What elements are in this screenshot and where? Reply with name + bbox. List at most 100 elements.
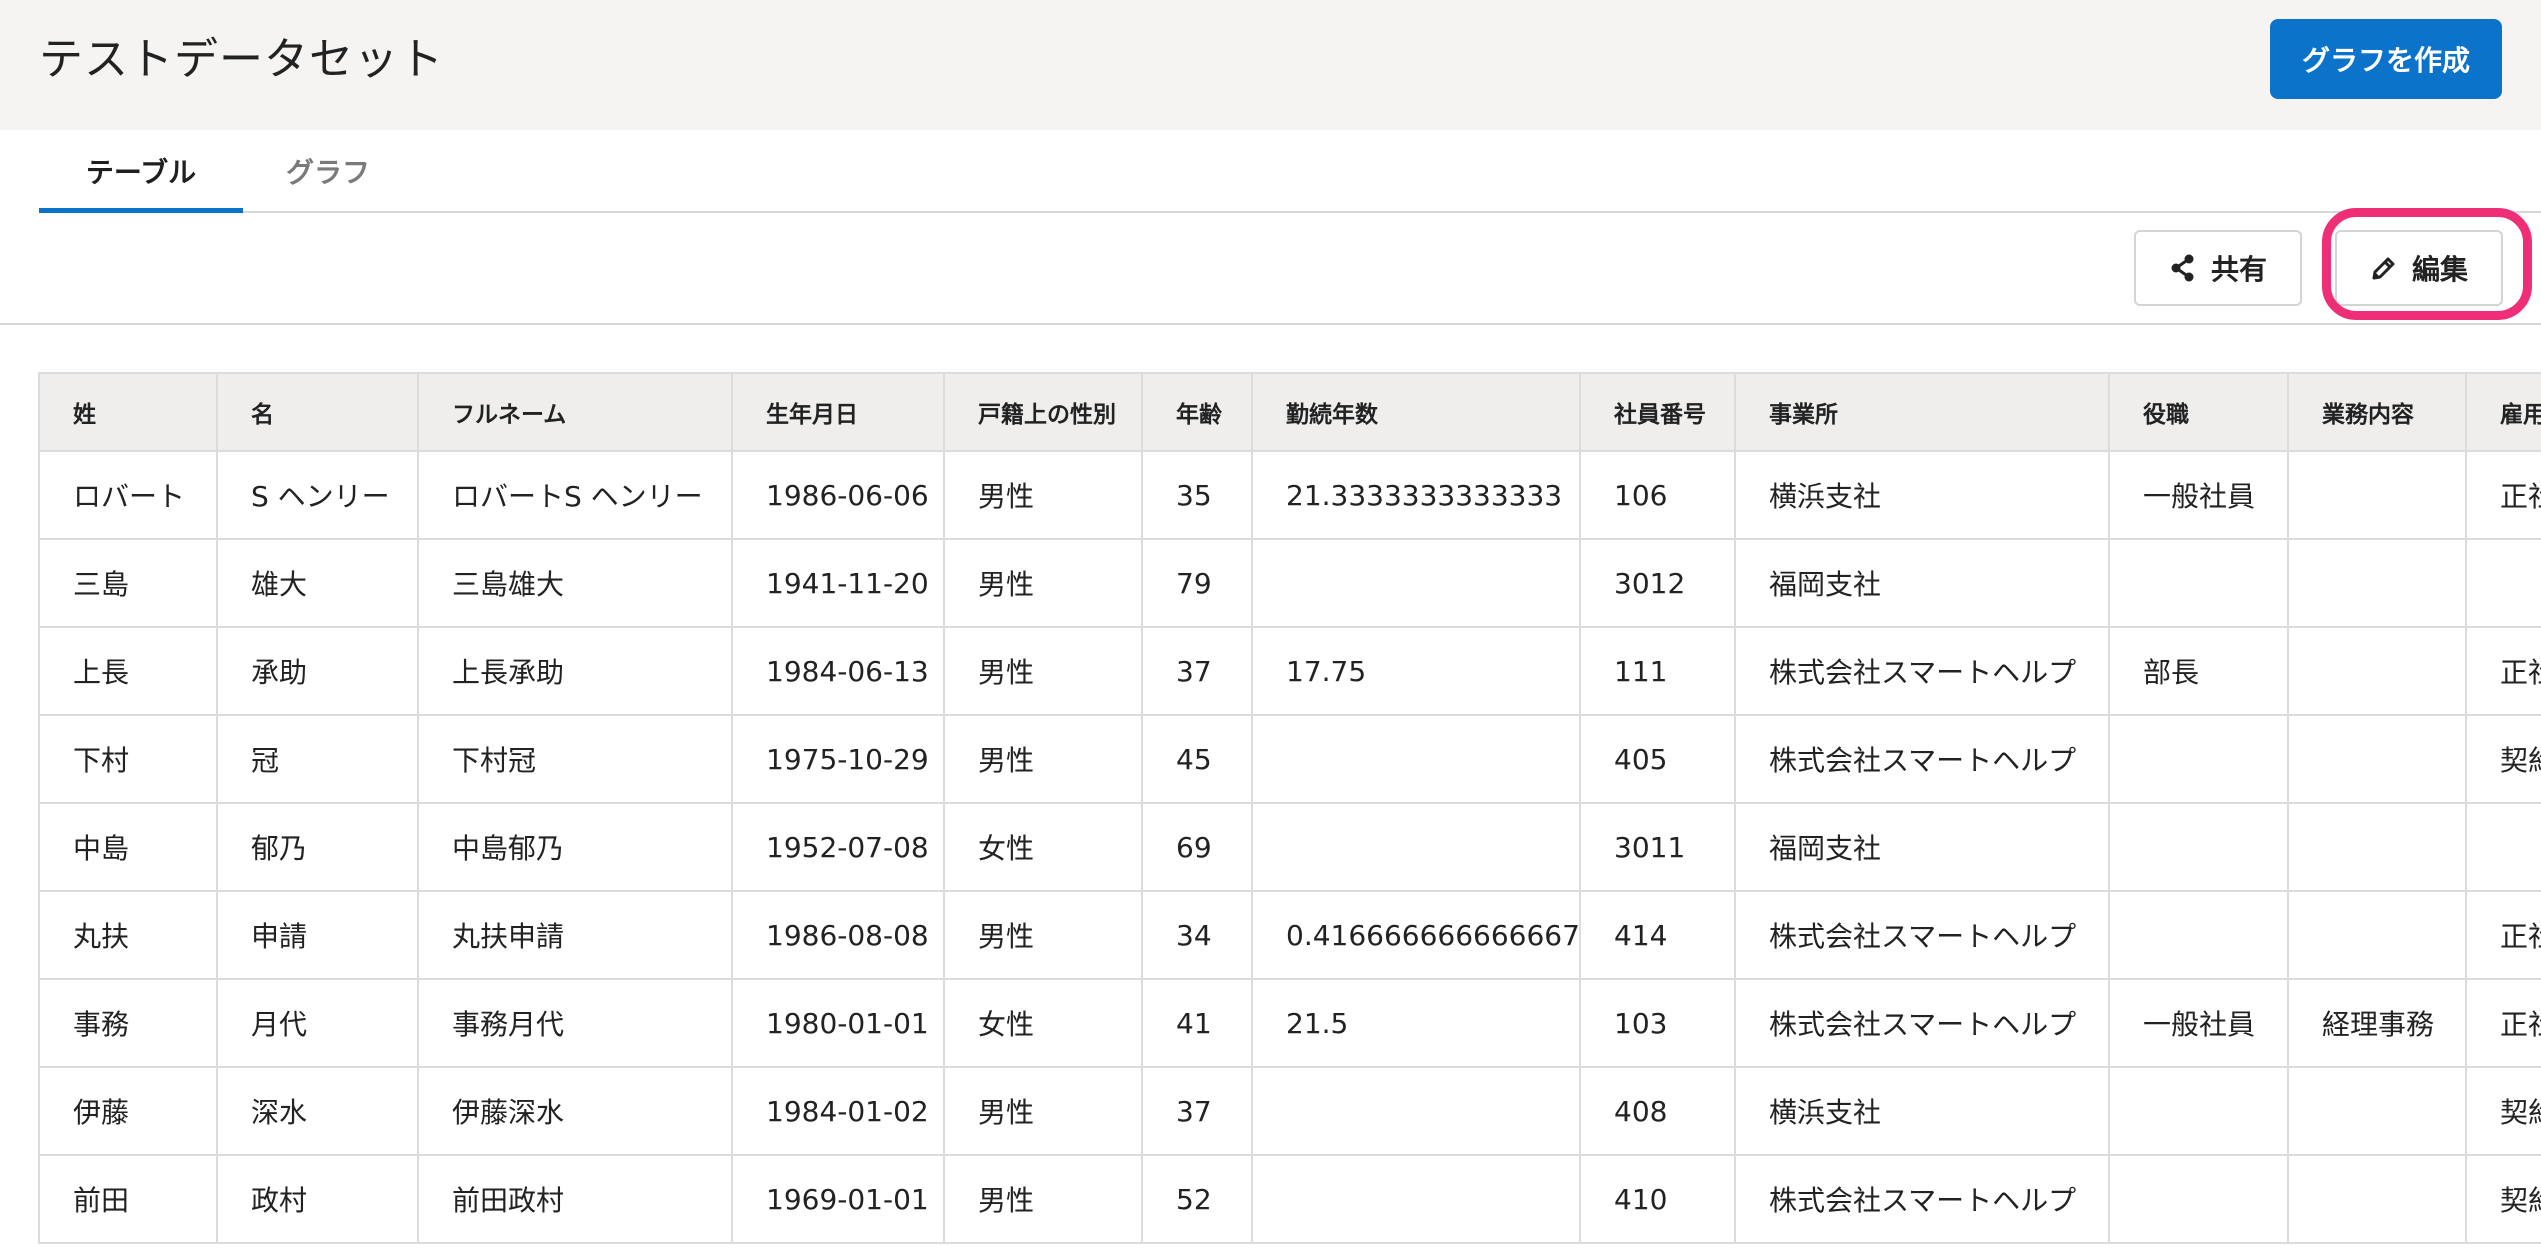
table-cell: 一般社員 bbox=[2108, 978, 2289, 1068]
column-header[interactable]: 戸籍上の性別 bbox=[943, 372, 1143, 452]
tab-table[interactable]: テーブル bbox=[39, 130, 243, 213]
table-cell: 契約 bbox=[2465, 714, 2541, 804]
column-header[interactable]: 社員番号 bbox=[1579, 372, 1736, 452]
table-cell: 男性 bbox=[943, 1154, 1143, 1244]
table-row[interactable]: 三島 雄大 三島雄大 1941-11-20 男性 79 3012 福岡支社 bbox=[38, 538, 2541, 628]
table-cell: 横浜支社 bbox=[1734, 1066, 2110, 1156]
column-header[interactable]: 勤続年数 bbox=[1251, 372, 1581, 452]
table-cell bbox=[2287, 1154, 2467, 1244]
table-cell: 405 bbox=[1579, 714, 1736, 804]
table-cell: 34 bbox=[1141, 890, 1253, 980]
table-cell: 契約 bbox=[2465, 1154, 2541, 1244]
table-cell: 三島 bbox=[38, 538, 218, 628]
table-cell: 女性 bbox=[943, 802, 1143, 892]
table-cell bbox=[2108, 1066, 2289, 1156]
table-cell: 414 bbox=[1579, 890, 1736, 980]
table-cell: 1952-07-08 bbox=[731, 802, 945, 892]
column-header[interactable]: 年齢 bbox=[1141, 372, 1253, 452]
table-cell: 伊藤 bbox=[38, 1066, 218, 1156]
table-cell: 下村 bbox=[38, 714, 218, 804]
table-cell: 伊藤深水 bbox=[417, 1066, 733, 1156]
share-icon bbox=[2169, 254, 2197, 282]
table-cell bbox=[2287, 890, 2467, 980]
edit-button[interactable]: 編集 bbox=[2335, 230, 2503, 306]
column-header[interactable]: 姓 bbox=[38, 372, 218, 452]
table-row[interactable]: 前田政村前田政村1969-01-01男性52410株式会社スマートヘルプ契約 bbox=[38, 1154, 2541, 1244]
table-cell: 上長承助 bbox=[417, 626, 733, 716]
table-cell bbox=[1251, 802, 1581, 892]
column-header[interactable]: フルネーム bbox=[417, 372, 733, 452]
table-cell: 冠 bbox=[216, 714, 419, 804]
table-row[interactable]: 丸扶 申請 丸扶申請 1986-08-08 男性 34 0.416666666666667 4… bbox=[38, 890, 2541, 980]
page-title: テストデータセット bbox=[39, 34, 444, 85]
column-header[interactable]: 役職 bbox=[2108, 372, 2289, 452]
share-button[interactable]: 共有 bbox=[2134, 230, 2302, 306]
view-tabs: テーブル グラフ bbox=[39, 130, 2541, 213]
table-cell: 111 bbox=[1579, 626, 1736, 716]
data-table: 姓名フルネーム生年月日戸籍上の性別年齢勤続年数社員番号事業所役職業務内容雇用 ロ… bbox=[38, 372, 2541, 1244]
table-cell: 408 bbox=[1579, 1066, 1736, 1156]
table-cell: 福岡支社 bbox=[1734, 802, 2110, 892]
table-cell: 株式会社スマートヘルプ bbox=[1734, 626, 2110, 716]
column-header[interactable]: 業務内容 bbox=[2287, 372, 2467, 452]
table-row[interactable]: 伊藤深水伊藤深水1984-01-02男性37408横浜支社契約 bbox=[38, 1066, 2541, 1156]
table-row[interactable]: 事務 月代 事務月代 1980-01-01 女性 41 21.5 103 株式会社スマートヘルプ… bbox=[38, 978, 2541, 1068]
table-cell: 男性 bbox=[943, 450, 1143, 540]
table-cell: ロバートS ヘンリー bbox=[417, 450, 733, 540]
column-header[interactable]: 名 bbox=[216, 372, 419, 452]
table-cell: 女性 bbox=[943, 978, 1143, 1068]
table-cell: 1986-08-08 bbox=[731, 890, 945, 980]
table-cell: 株式会社スマートヘルプ bbox=[1734, 890, 2110, 980]
table-cell: 0.416666666666667 bbox=[1251, 890, 1581, 980]
table-cell bbox=[2108, 714, 2289, 804]
table-cell: 三島雄大 bbox=[417, 538, 733, 628]
table-cell: ロバート bbox=[38, 450, 218, 540]
table-cell: 中島郁乃 bbox=[417, 802, 733, 892]
table-cell: 丸扶申請 bbox=[417, 890, 733, 980]
table-cell: 69 bbox=[1141, 802, 1253, 892]
table-cell: 月代 bbox=[216, 978, 419, 1068]
table-row[interactable]: 中島 郁乃 中島郁乃 1952-07-08 女性 69 3011 福岡支社 bbox=[38, 802, 2541, 892]
table-cell: 男性 bbox=[943, 626, 1143, 716]
table-cell bbox=[2108, 890, 2289, 980]
create-graph-button[interactable]: グラフを作成 bbox=[2270, 19, 2502, 99]
table-cell: 正社 bbox=[2465, 626, 2541, 716]
table-cell: 男性 bbox=[943, 890, 1143, 980]
table-cell: 3012 bbox=[1579, 538, 1736, 628]
table-cell: 1969-01-01 bbox=[731, 1154, 945, 1244]
table-cell bbox=[2108, 802, 2289, 892]
table-cell: 前田 bbox=[38, 1154, 218, 1244]
tab-graph[interactable]: グラフ bbox=[243, 130, 413, 211]
column-header[interactable]: 事業所 bbox=[1734, 372, 2110, 452]
table-cell: 事務 bbox=[38, 978, 218, 1068]
table-cell: 福岡支社 bbox=[1734, 538, 2110, 628]
table-cell: 事務月代 bbox=[417, 978, 733, 1068]
table-cell: S ヘンリー bbox=[216, 450, 419, 540]
table-cell: 申請 bbox=[216, 890, 419, 980]
table-cell: 37 bbox=[1141, 626, 1253, 716]
action-bar: 共有 編集 bbox=[0, 213, 2541, 325]
table-cell bbox=[1251, 538, 1581, 628]
table-header-row: 姓名フルネーム生年月日戸籍上の性別年齢勤続年数社員番号事業所役職業務内容雇用 bbox=[38, 372, 2541, 452]
table-cell: 株式会社スマートヘルプ bbox=[1734, 714, 2110, 804]
table-cell bbox=[2465, 802, 2541, 892]
table-cell: 41 bbox=[1141, 978, 1253, 1068]
table-cell: 上長 bbox=[38, 626, 218, 716]
table-cell: 103 bbox=[1579, 978, 1736, 1068]
column-header[interactable]: 雇用 bbox=[2465, 372, 2541, 452]
table-cell: 3011 bbox=[1579, 802, 1736, 892]
table-cell: 1984-06-13 bbox=[731, 626, 945, 716]
table-cell: 37 bbox=[1141, 1066, 1253, 1156]
table-row[interactable]: 上長 承助 上長承助 1984-06-13 男性 37 17.75 111 株式会社スマートヘル… bbox=[38, 626, 2541, 716]
table-cell bbox=[2108, 1154, 2289, 1244]
table-row[interactable]: 下村冠下村冠1975-10-29男性45405株式会社スマートヘルプ契約 bbox=[38, 714, 2541, 804]
table-cell: 正社 bbox=[2465, 978, 2541, 1068]
pencil-icon bbox=[2370, 254, 2398, 282]
table-cell bbox=[2287, 626, 2467, 716]
table-row[interactable]: ロバート S ヘンリー ロバートS ヘンリー 1986-06-06 男性 35 21.333… bbox=[38, 450, 2541, 540]
table-cell: 21.5 bbox=[1251, 978, 1581, 1068]
data-table-container[interactable]: 姓名フルネーム生年月日戸籍上の性別年齢勤続年数社員番号事業所役職業務内容雇用 ロ… bbox=[38, 372, 2541, 1248]
column-header[interactable]: 生年月日 bbox=[731, 372, 945, 452]
table-cell: 106 bbox=[1579, 450, 1736, 540]
edit-button-label: 編集 bbox=[2411, 253, 2468, 286]
